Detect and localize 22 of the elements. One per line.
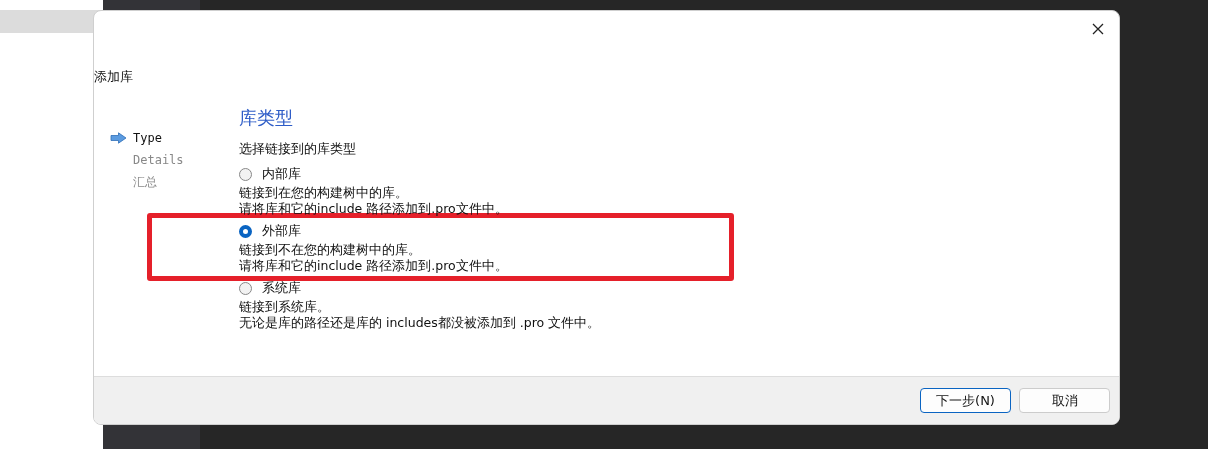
arrow-icon bbox=[110, 132, 127, 144]
step-label: 汇总 bbox=[133, 173, 157, 191]
close-icon[interactable] bbox=[1092, 23, 1104, 35]
option-description: 链接到不在您的构建树中的库。 bbox=[239, 242, 422, 258]
radio-button[interactable] bbox=[239, 224, 252, 238]
radio-option[interactable]: 内部库 bbox=[239, 163, 1119, 185]
radio-option[interactable]: 外部库 bbox=[239, 220, 729, 242]
option-description: 链接到系统库。 bbox=[239, 299, 331, 315]
section-heading: 库类型 bbox=[239, 107, 294, 129]
option-description: 无论是库的路径还是库的 includes都没被添加到 .pro 文件中。 bbox=[239, 315, 602, 331]
dialog-title: 添加库 bbox=[94, 68, 134, 86]
option-description: 请将库和它的include 路径添加到.pro文件中。 bbox=[239, 201, 509, 217]
radio-option[interactable]: 系统库 bbox=[239, 277, 1119, 299]
step-label: Type bbox=[133, 131, 162, 145]
dialog-button[interactable]: 下一步(N) bbox=[920, 388, 1011, 413]
option-description: 请将库和它的include 路径添加到.pro文件中。 bbox=[239, 258, 509, 274]
dialog-button[interactable]: 取消 bbox=[1019, 388, 1110, 413]
step-label: Details bbox=[133, 153, 184, 167]
radio-button[interactable] bbox=[239, 167, 252, 181]
option-description: 链接到在您的构建树中的库。 bbox=[239, 185, 409, 201]
prompt-text: 选择链接到的库类型 bbox=[239, 140, 357, 158]
radio-button[interactable] bbox=[239, 281, 252, 295]
